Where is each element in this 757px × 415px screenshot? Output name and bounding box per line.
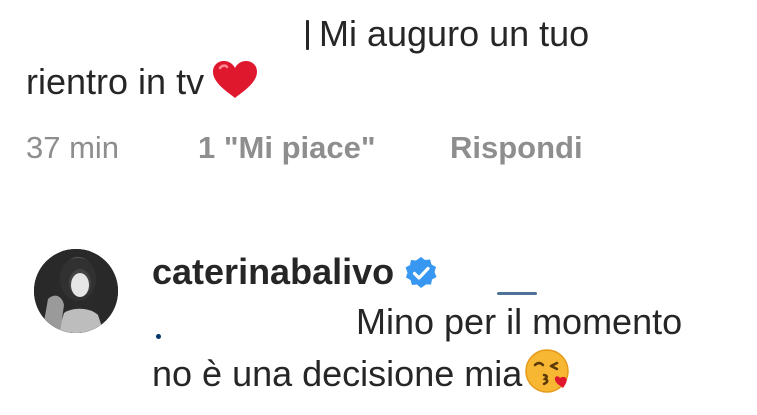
mention-underline (497, 292, 537, 295)
avatar[interactable] (34, 249, 118, 333)
heart-icon (210, 60, 260, 110)
reply-text: no è una decisione mia (152, 353, 523, 394)
verified-badge-icon (404, 256, 438, 295)
comment-text-line2: rientro in tv (26, 60, 260, 110)
reply-text-line1: Mino per il momento (356, 301, 683, 342)
reply-button[interactable]: Rispondi (450, 128, 583, 168)
kissing-face-icon (524, 348, 570, 404)
comment-text-line1: Mi auguro un tuo (306, 12, 589, 56)
reply-text-line2: no è una decisione mia (152, 348, 570, 404)
username-row: caterinabalivo (152, 248, 438, 296)
username-link[interactable]: caterinabalivo (152, 251, 394, 292)
mention-mark (156, 334, 161, 339)
comment-timestamp: 37 min (26, 130, 120, 165)
text-fragment-mark (306, 20, 309, 50)
likes-count-link[interactable]: 1 "Mi piace" (198, 128, 376, 168)
comment-text: rientro in tv (26, 61, 205, 102)
comment-text: Mi auguro un tuo (319, 13, 590, 54)
